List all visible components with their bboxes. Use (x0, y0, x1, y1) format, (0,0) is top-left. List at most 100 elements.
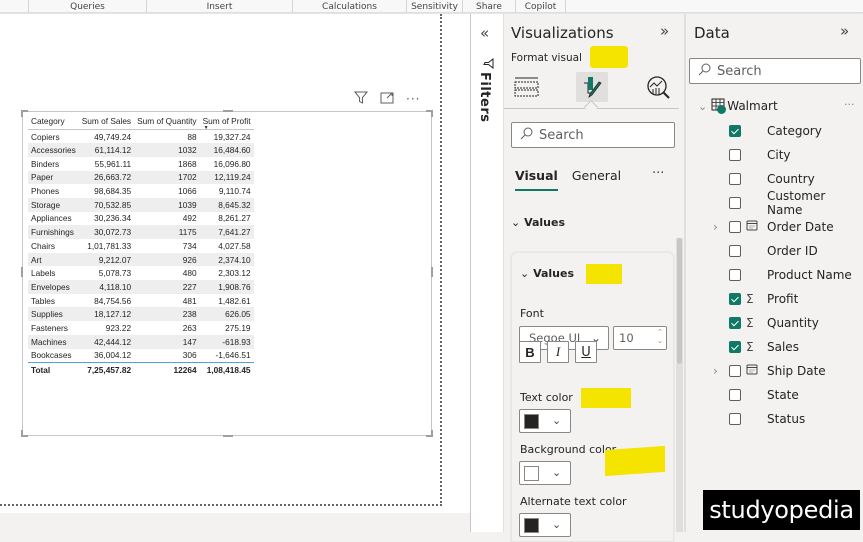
column-header-profit[interactable]: Sum of Profit ▼ (199, 114, 254, 131)
tab-general[interactable]: General (572, 168, 621, 191)
field-item[interactable]: Customer Name (686, 189, 863, 217)
resize-handle[interactable] (21, 110, 23, 117)
field-checkbox[interactable] (729, 269, 741, 281)
expand-data-icon[interactable]: » (840, 22, 849, 40)
ribbon-group-copilot[interactable]: Copilot (515, 0, 565, 13)
field-checkbox[interactable] (729, 125, 741, 137)
field-checkbox[interactable] (729, 245, 741, 257)
field-item[interactable]: Σ Sales (686, 335, 863, 359)
table-row[interactable]: Envelopes 4,118.10 227 1,908.76 (28, 280, 254, 294)
background-color-picker[interactable]: ⌄ (519, 461, 571, 485)
ribbon-group-insert[interactable]: Insert (146, 0, 292, 13)
column-header-sales[interactable]: Sum of Sales (78, 114, 135, 130)
resize-handle[interactable] (431, 267, 433, 277)
column-header-category[interactable]: Category (28, 114, 79, 130)
field-checkbox[interactable] (729, 389, 741, 401)
field-checkbox[interactable] (729, 221, 741, 233)
data-title: Data (694, 24, 730, 42)
resize-handle[interactable] (431, 110, 433, 117)
chevron-right-icon[interactable]: › (713, 220, 718, 234)
field-checkbox[interactable] (729, 341, 741, 353)
table-row[interactable]: Appliances 30,236.34 492 8,261.27 (28, 212, 254, 226)
field-checkbox[interactable] (729, 413, 741, 425)
table-visual[interactable]: Category Sum of Sales Sum of Quantity Su… (21, 110, 433, 437)
table-row[interactable]: Binders 55,961.11 1868 16,096.80 (28, 157, 254, 171)
field-item[interactable]: Σ Quantity (686, 311, 863, 335)
cell-profit: 626.05 (199, 307, 254, 322)
field-item[interactable]: Status (686, 407, 863, 431)
background-color-label: Background color (520, 443, 617, 456)
bold-button[interactable]: B (519, 341, 541, 363)
filter-icon[interactable] (353, 89, 369, 108)
values-card-header[interactable]: ⌄ Values (520, 267, 574, 280)
field-checkbox[interactable] (729, 173, 741, 185)
tab-visual[interactable]: Visual (515, 168, 558, 191)
table-row[interactable]: Art 9,212.07 926 2,374.10 (28, 252, 254, 267)
text-color-picker[interactable]: ⌄ (519, 409, 571, 433)
table-row[interactable]: Fasteners 923.22 263 275.19 (28, 321, 254, 335)
data-search-input[interactable]: Search (689, 58, 861, 84)
table-row[interactable]: Paper 26,663.72 1702 12,119.24 (28, 170, 254, 185)
field-item[interactable]: Category (686, 119, 863, 143)
field-checkbox[interactable] (729, 317, 741, 329)
table-row[interactable]: Furnishings 30,072.73 1175 7,641.27 (28, 225, 254, 239)
total-value: 12264 (134, 361, 200, 376)
chevron-right-icon[interactable]: › (713, 364, 718, 378)
underline-button[interactable]: U (575, 341, 597, 363)
ribbon-group-share[interactable]: Share (462, 0, 515, 13)
field-item[interactable]: State (686, 383, 863, 407)
ribbon-group-queries[interactable]: Queries (28, 0, 146, 13)
table-node-walmart[interactable]: ⌄ Walmart (698, 98, 778, 114)
field-name: City (767, 148, 791, 162)
field-checkbox[interactable] (729, 197, 741, 209)
visualizations-search-input[interactable]: Search (511, 122, 675, 148)
table-row[interactable]: Supplies 18,127.12 238 626.05 (28, 307, 254, 322)
field-item[interactable]: City (686, 143, 863, 167)
table-row[interactable]: Accessories 61,114.12 1032 16,484.60 (28, 143, 254, 157)
field-item[interactable]: › Order Date (686, 215, 863, 239)
resize-handle[interactable] (431, 430, 433, 437)
collapse-filters-icon[interactable]: « (480, 24, 489, 42)
table-row[interactable]: Labels 5,078.73 480 2,303.12 (28, 266, 254, 280)
more-options-icon[interactable]: ··· (406, 92, 420, 106)
ribbon-group-sensitivity[interactable]: Sensitivity (406, 0, 462, 13)
font-size-stepper[interactable]: 10 ⌃ ⌄ (613, 326, 667, 350)
build-visual-icon[interactable] (511, 72, 543, 102)
field-item[interactable]: Product Name (686, 263, 863, 287)
field-checkbox[interactable] (729, 365, 741, 377)
field-item[interactable]: › Ship Date (686, 359, 863, 383)
more-options-icon[interactable]: ··· (844, 98, 855, 111)
more-options-icon[interactable]: ··· (652, 166, 664, 181)
table-row[interactable]: Tables 84,754.56 481 1,482.61 (28, 294, 254, 308)
analytics-icon[interactable] (643, 72, 675, 102)
ribbon-group-calculations[interactable]: Calculations (292, 0, 406, 13)
field-checkbox[interactable] (729, 293, 741, 305)
filters-label[interactable]: Filters (477, 72, 492, 122)
italic-button[interactable]: I (547, 341, 569, 363)
field-item[interactable]: Country (686, 167, 863, 191)
field-item[interactable]: Order ID (686, 239, 863, 263)
resize-handle[interactable] (21, 430, 23, 437)
column-header-quantity[interactable]: Sum of Quantity (134, 114, 200, 130)
cell-category: Accessories (28, 143, 79, 157)
expand-visualizations-icon[interactable]: » (660, 22, 669, 40)
table-row[interactable]: Storage 70,532.85 1039 8,645.32 (28, 197, 254, 212)
table-row[interactable]: Copiers 49,749.24 88 19,327.24 (28, 130, 254, 144)
focus-mode-icon[interactable] (380, 89, 394, 108)
stepper-arrows-icon[interactable]: ⌃ ⌄ (657, 328, 663, 346)
table-row[interactable]: Chairs 1,01,781.33 734 4,027.58 (28, 239, 254, 253)
field-item[interactable]: Σ Profit (686, 287, 863, 311)
table-row[interactable]: Phones 98,684.35 1066 9,110.74 (28, 184, 254, 198)
values-card: ⌄ Values Font Segoe UI ⌄ 10 ⌃ ⌄ B I U Tex… (511, 252, 674, 542)
table-row[interactable]: Bookcases 36,004.12 306 -1,646.51 (28, 349, 254, 363)
resize-handle[interactable] (21, 267, 23, 277)
table-row[interactable]: Machines 42,444.12 147 -618.93 (28, 334, 254, 349)
resize-handle[interactable] (223, 435, 233, 437)
field-checkbox[interactable] (729, 149, 741, 161)
alternate-text-color-picker[interactable]: ⌄ (519, 513, 571, 537)
format-visual-icon[interactable] (576, 72, 608, 102)
resize-handle[interactable] (223, 110, 233, 112)
cell-sales: 5,078.73 (98, 268, 132, 279)
scrollbar-thumb[interactable] (677, 238, 682, 364)
values-section-header[interactable]: ⌄ Values (511, 216, 565, 229)
